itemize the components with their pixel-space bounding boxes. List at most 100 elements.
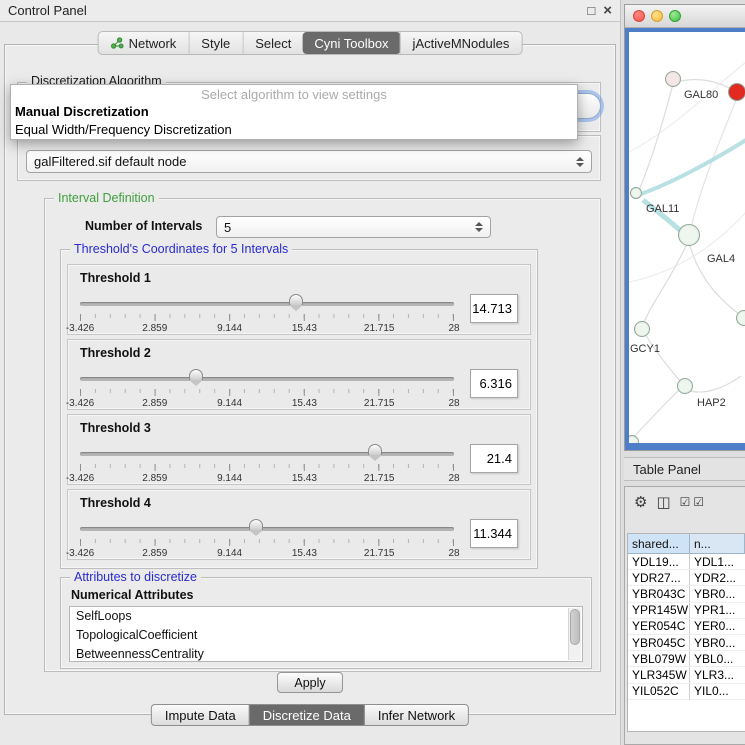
table-cell[interactable]: YER0... xyxy=(690,619,745,635)
tab-infer-network[interactable]: Infer Network xyxy=(364,704,469,726)
table-data-combobox[interactable]: galFiltered.sif default node xyxy=(26,150,592,173)
table-cell[interactable]: YBR0... xyxy=(690,635,745,651)
tab-select[interactable]: Select xyxy=(242,32,303,54)
gear-icon[interactable]: ⚙ xyxy=(634,495,647,510)
table-row[interactable]: YLR345WYLR3... xyxy=(628,667,745,683)
slider-thumb[interactable] xyxy=(189,369,203,381)
tab-cyni-toolbox[interactable]: Cyni Toolbox xyxy=(302,32,400,54)
scale-label: 21.715 xyxy=(364,323,395,334)
network-canvas[interactable]: GAL80GAL11GAL4GCY1HAP2 xyxy=(629,32,745,443)
tab-style[interactable]: Style xyxy=(188,32,242,54)
column-header-shared-name[interactable]: shared... xyxy=(628,534,690,554)
threshold-1-slider[interactable] xyxy=(80,294,454,312)
threshold-2-slider[interactable] xyxy=(80,369,454,387)
close-window-icon[interactable]: × xyxy=(603,4,612,17)
network-node[interactable] xyxy=(665,71,681,87)
popup-item-manual-discretization[interactable]: Manual Discretization xyxy=(11,103,577,121)
threshold-3-value-field[interactable]: 21.4 xyxy=(470,444,518,473)
table-row[interactable]: YDL19...YDL1... xyxy=(628,554,745,570)
scale-label: 21.715 xyxy=(364,398,395,409)
tab-network[interactable]: Network xyxy=(99,32,189,54)
threshold-4-value-field[interactable]: 11.344 xyxy=(470,519,518,548)
network-node-label: GAL80 xyxy=(684,89,718,101)
slider-thumb[interactable] xyxy=(289,294,303,306)
tab-cyni-toolbox-label: Cyni Toolbox xyxy=(314,36,388,51)
table-cell[interactable]: YBL079W xyxy=(628,651,690,667)
network-node[interactable] xyxy=(634,321,650,337)
table-row[interactable]: YDR27...YDR2... xyxy=(628,570,745,586)
control-panel-titlebar: Control Panel □ × xyxy=(0,0,620,22)
columns-icon[interactable]: ◫ xyxy=(656,495,670,510)
apply-button[interactable]: Apply xyxy=(277,672,343,693)
checkbox-icon[interactable]: ☑ xyxy=(680,495,691,510)
network-node[interactable] xyxy=(677,378,693,394)
threshold-3-slider[interactable] xyxy=(80,444,454,462)
table-panel-title: Table Panel xyxy=(633,462,701,477)
scrollbar-thumb[interactable] xyxy=(570,609,580,645)
network-node[interactable] xyxy=(736,310,745,326)
table-row[interactable]: YPR145WYPR1... xyxy=(628,603,745,619)
table-cell[interactable]: YER054C xyxy=(628,619,690,635)
list-item-topologicalcoefficient[interactable]: TopologicalCoefficient xyxy=(70,626,582,645)
bottom-tab-bar: Impute Data Discretize Data Infer Networ… xyxy=(151,704,469,726)
table-cell[interactable]: YLR3... xyxy=(690,667,745,683)
tab-impute-data[interactable]: Impute Data xyxy=(151,704,250,726)
network-node[interactable] xyxy=(630,187,642,199)
threshold-2-panel: Threshold 2 -3.4262.8599.14415.4321.7152… xyxy=(67,339,531,410)
network-node-label: GAL4 xyxy=(707,253,735,265)
scale-label: 21.715 xyxy=(364,548,395,559)
zoom-traffic-light[interactable] xyxy=(669,10,681,22)
control-panel-title: Control Panel xyxy=(8,3,87,18)
number-of-intervals-combobox[interactable]: 5 xyxy=(216,216,491,238)
scale-label: -3.426 xyxy=(66,398,94,409)
slider-thumb[interactable] xyxy=(249,519,263,531)
table-row[interactable]: YIL052CYIL0... xyxy=(628,684,745,700)
threshold-4-slider[interactable] xyxy=(80,519,454,537)
checkbox-icon[interactable]: ☑ xyxy=(693,495,704,510)
table-cell[interactable]: YLR345W xyxy=(628,667,690,683)
slider-track[interactable] xyxy=(80,377,454,381)
table-cell[interactable]: YIL0... xyxy=(690,684,745,700)
table-row[interactable]: YBR045CYBR0... xyxy=(628,635,745,651)
table-toolbar: ⚙ ◫ ☑ ☑ xyxy=(625,487,745,517)
number-of-intervals-value: 5 xyxy=(224,220,231,235)
list-item-betweennesscentrality[interactable]: BetweennessCentrality xyxy=(70,645,582,662)
list-scrollbar[interactable] xyxy=(568,608,581,660)
slider-track[interactable] xyxy=(80,302,454,306)
float-window-icon[interactable]: □ xyxy=(587,4,595,17)
column-header-name[interactable]: n... xyxy=(690,534,745,554)
table-cell[interactable]: YBR043C xyxy=(628,586,690,602)
network-node[interactable] xyxy=(678,224,700,246)
interval-definition-group: Interval Definition Number of Intervals … xyxy=(44,198,601,672)
minimize-traffic-light[interactable] xyxy=(651,10,663,22)
table-cell[interactable]: YBR0... xyxy=(690,586,745,602)
tab-discretize-data[interactable]: Discretize Data xyxy=(249,704,365,726)
table-row[interactable]: YBL079WYBL0... xyxy=(628,651,745,667)
tab-jactivemnodules-label: jActiveMNodules xyxy=(413,36,510,51)
table-cell[interactable]: YBL0... xyxy=(690,651,745,667)
table-cell[interactable]: YDR2... xyxy=(690,570,745,586)
network-node[interactable] xyxy=(728,83,745,101)
scale-label: 2.859 xyxy=(142,473,167,484)
slider-track[interactable] xyxy=(80,527,454,531)
table-cell[interactable]: YPR1... xyxy=(690,603,745,619)
slider-track[interactable] xyxy=(80,452,454,456)
table-cell[interactable]: YIL052C xyxy=(628,684,690,700)
close-traffic-light[interactable] xyxy=(633,10,645,22)
table-cell[interactable]: YDL1... xyxy=(690,554,745,570)
threshold-2-value-field[interactable]: 6.316 xyxy=(470,369,518,398)
slider-thumb[interactable] xyxy=(368,444,382,456)
numerical-attributes-list: SelfLoops TopologicalCoefficient Between… xyxy=(69,606,583,662)
table-cell[interactable]: YDL19... xyxy=(628,554,690,570)
table-row[interactable]: YER054CYER0... xyxy=(628,619,745,635)
table-row[interactable]: YBR043CYBR0... xyxy=(628,586,745,602)
popup-item-equal-width-frequency[interactable]: Equal Width/Frequency Discretization xyxy=(11,121,577,139)
table-cell[interactable]: YDR27... xyxy=(628,570,690,586)
table-cell[interactable]: YBR045C xyxy=(628,635,690,651)
table-cell[interactable]: YPR145W xyxy=(628,603,690,619)
threshold-1-value-field[interactable]: 14.713 xyxy=(470,294,518,323)
scale-label: 2.859 xyxy=(142,548,167,559)
scale-label: 9.144 xyxy=(217,473,242,484)
list-item-selfloops[interactable]: SelfLoops xyxy=(70,607,582,626)
tab-jactivemnodules[interactable]: jActiveMNodules xyxy=(400,32,522,54)
